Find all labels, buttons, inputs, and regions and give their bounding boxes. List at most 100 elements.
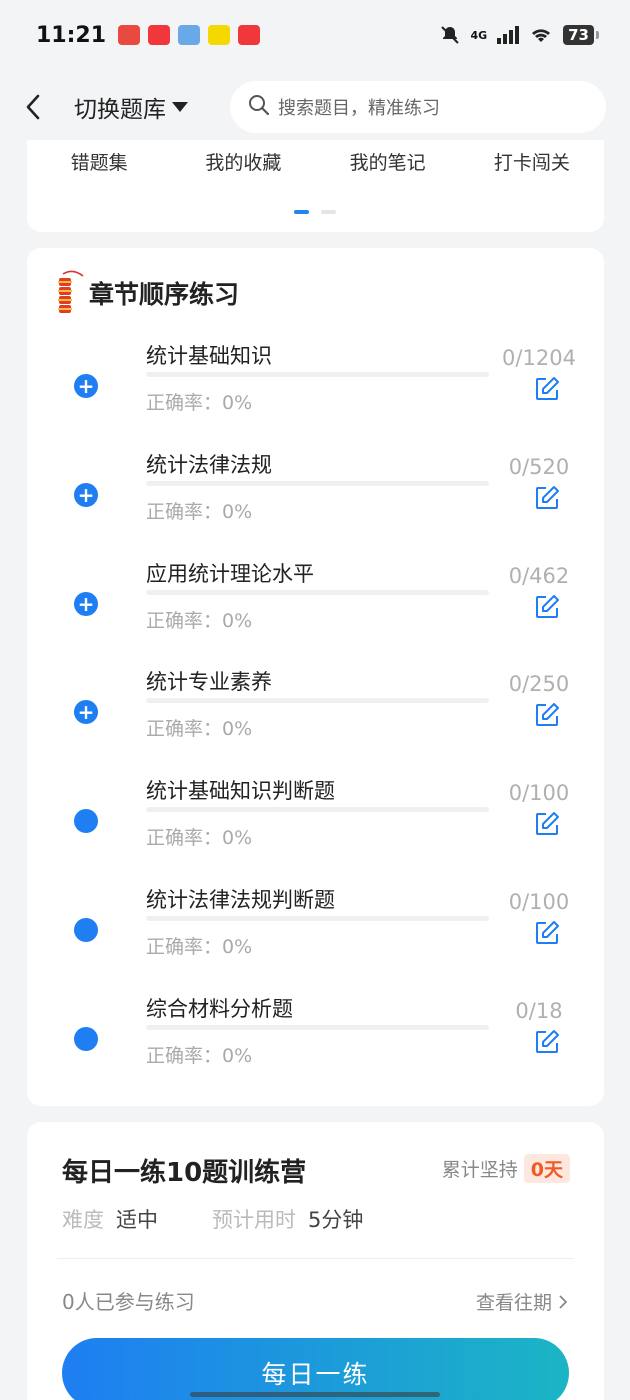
- page-indicator: [294, 210, 336, 214]
- divider: [57, 1258, 574, 1259]
- chapter-accuracy: 正确率：0%: [146, 932, 252, 959]
- chapter-count: 0/462: [508, 563, 570, 588]
- chapter-count: 0/520: [508, 454, 570, 479]
- chapter-name: 应用统计理论水平: [146, 561, 314, 586]
- chapter-progress-bar: [146, 589, 489, 595]
- chapter-dot-icon: [74, 918, 98, 942]
- persist-label: 累计坚持: [441, 1159, 518, 1181]
- chapter-name: 统计法律法规判断题: [146, 888, 335, 912]
- signal-icon: [497, 26, 520, 44]
- chapter-row[interactable]: + 应用统计理论水平 正确率：0% 0/462: [27, 562, 604, 668]
- chapter-count: 0/250: [508, 672, 570, 697]
- chapter-name: 统计基础知识: [146, 344, 272, 368]
- difficulty-value: 适中: [116, 1208, 158, 1232]
- quick-tabs: 错题集 我的收藏 我的笔记 打卡闯关: [27, 140, 604, 175]
- search-input[interactable]: 搜索题目，精准练习: [230, 81, 606, 133]
- chapter-progress-bar: [146, 372, 489, 377]
- search-icon: [248, 94, 270, 121]
- view-history-label: 查看往期: [475, 1292, 552, 1314]
- joined-count: 0人已参与练习: [62, 1290, 195, 1314]
- search-placeholder: 搜索题目，精准练习: [278, 98, 440, 119]
- chapter-progress-bar: [146, 1024, 489, 1030]
- app-notification-icon: [118, 25, 141, 45]
- accuracy-value: 0%: [222, 500, 253, 523]
- expand-plus-icon[interactable]: +: [74, 591, 98, 616]
- accuracy-label: 正确率：: [146, 392, 223, 414]
- accuracy-label: 正确率：: [146, 609, 223, 632]
- edit-practice-icon[interactable]: [534, 702, 560, 728]
- page-dot-active: [294, 210, 309, 214]
- chapter-row[interactable]: 统计基础知识判断题 正确率：0% 0/100: [27, 779, 604, 885]
- chapter-dot-icon: [74, 809, 98, 834]
- back-arrow-icon[interactable]: [24, 87, 54, 127]
- status-bar: 11:21 4G 73: [0, 0, 630, 70]
- app-notification-icon: [178, 25, 201, 45]
- chapter-progress-bar: [146, 916, 489, 921]
- section-title-text: 章节顺序练习: [89, 280, 240, 309]
- firecracker-icon: [58, 270, 84, 313]
- chapter-progress-bar: [146, 480, 489, 486]
- chapter-row[interactable]: + 统计基础知识 正确率：0% 0/1204: [27, 344, 604, 450]
- edit-practice-icon[interactable]: [534, 811, 560, 837]
- chapter-name: 统计基础知识判断题: [146, 779, 335, 804]
- top-bar: 切换题库 搜索题目，精准练习: [0, 75, 630, 139]
- chapter-row[interactable]: 综合材料分析题 正确率：0% 0/18: [27, 997, 604, 1103]
- accuracy-value: 0%: [222, 718, 253, 741]
- chapter-accuracy: 正确率：0%: [146, 714, 252, 741]
- daily-meta: 难度 适中 预计用时 5分钟: [62, 1204, 363, 1234]
- chapter-accuracy: 正确率：0%: [146, 388, 252, 415]
- chapter-name: 统计专业素养: [146, 670, 272, 695]
- tab-checkin[interactable]: 打卡闯关: [472, 148, 592, 175]
- daily-practice-button[interactable]: 每日一练: [62, 1338, 569, 1400]
- app-notification-icon: [148, 25, 171, 45]
- expand-plus-icon[interactable]: +: [74, 482, 98, 507]
- edit-practice-icon[interactable]: [534, 920, 560, 946]
- time-value: 5分钟: [308, 1208, 364, 1232]
- chapter-count: 0/100: [508, 781, 570, 806]
- accuracy-label: 正确率：: [146, 718, 223, 741]
- section-title: 章节顺序练习: [53, 268, 239, 318]
- chevron-right-icon: [559, 1294, 568, 1309]
- caret-down-icon: [172, 102, 188, 112]
- switch-bank-dropdown[interactable]: 切换题库: [74, 90, 188, 124]
- app-notification-icon: [208, 25, 231, 45]
- accuracy-value: 0%: [222, 609, 253, 632]
- expand-plus-icon[interactable]: +: [74, 700, 98, 725]
- wifi-icon: [532, 29, 551, 42]
- tab-notes[interactable]: 我的笔记: [328, 148, 448, 175]
- quick-tabs-card: 错题集 我的收藏 我的笔记 打卡闯关: [27, 140, 604, 232]
- tab-favorites[interactable]: 我的收藏: [183, 148, 303, 175]
- chapter-accuracy: 正确率：0%: [146, 606, 252, 633]
- chapter-accuracy: 正确率：0%: [146, 497, 252, 524]
- notification-icons: [118, 25, 261, 45]
- accuracy-label: 正确率：: [146, 500, 223, 523]
- tab-wrong-questions[interactable]: 错题集: [39, 148, 159, 175]
- chapter-progress-bar: [146, 807, 489, 813]
- battery-indicator: 73: [563, 25, 599, 45]
- edit-practice-icon[interactable]: [534, 376, 560, 402]
- chapter-row[interactable]: + 统计法律法规 正确率：0% 0/520: [27, 453, 604, 559]
- status-time: 11:21: [36, 22, 107, 48]
- expand-plus-icon[interactable]: +: [74, 374, 98, 398]
- home-indicator: [190, 1392, 440, 1397]
- time-label: 预计用时: [212, 1208, 296, 1232]
- daily-title: 每日一练10题训练营: [62, 1158, 307, 1188]
- chapter-row[interactable]: + 统计专业素养 正确率：0% 0/250: [27, 670, 604, 776]
- view-history-link[interactable]: 查看往期: [476, 1288, 568, 1315]
- mute-bell-icon: [441, 26, 460, 44]
- network-label: 4G: [470, 28, 488, 42]
- persist-days-badge: 0天: [523, 1154, 570, 1183]
- edit-practice-icon[interactable]: [534, 485, 560, 511]
- chapter-accuracy: 正确率：0%: [146, 823, 252, 850]
- chapter-row[interactable]: 统计法律法规判断题 正确率：0% 0/100: [27, 888, 604, 994]
- status-right: 4G 73: [440, 25, 599, 45]
- accuracy-value: 0%: [222, 392, 253, 414]
- chapter-count: 0/18: [515, 998, 563, 1023]
- daily-practice-card: 每日一练10题训练营 累计坚持 0天 难度 适中 预计用时 5分钟 0人已参与练…: [27, 1122, 604, 1400]
- chapter-count: 0/100: [508, 890, 570, 914]
- accuracy-label: 正确率：: [146, 827, 223, 850]
- app-notification-icon: [238, 25, 261, 45]
- accuracy-label: 正确率：: [146, 1044, 223, 1067]
- edit-practice-icon[interactable]: [534, 594, 560, 620]
- edit-practice-icon[interactable]: [534, 1029, 560, 1055]
